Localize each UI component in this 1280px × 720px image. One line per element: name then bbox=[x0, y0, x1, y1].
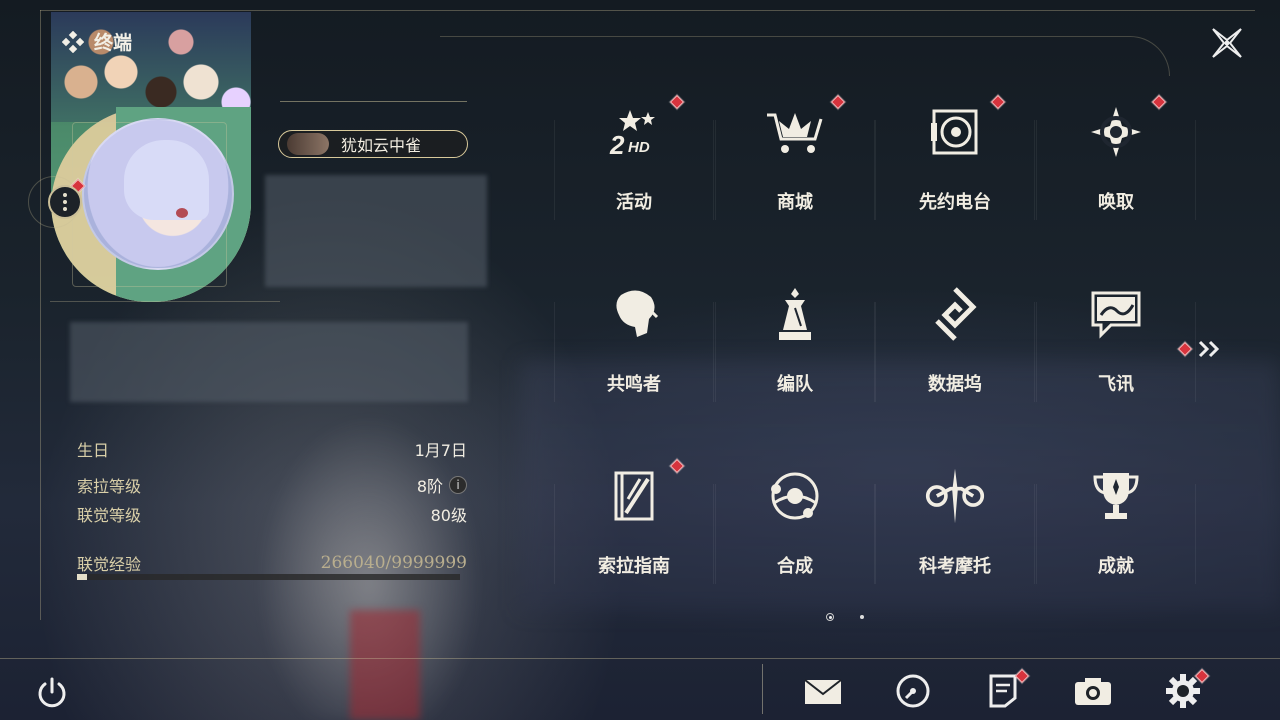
shop-cart-icon bbox=[765, 102, 825, 162]
mail-button[interactable] bbox=[803, 672, 843, 710]
notice-button[interactable] bbox=[983, 668, 1030, 710]
background-character-cloth bbox=[350, 610, 420, 720]
gear-icon bbox=[1166, 674, 1200, 708]
menu-tile-4[interactable]: 唤取 bbox=[1036, 90, 1196, 240]
radio-player-icon bbox=[925, 102, 985, 162]
exp-progress-fill bbox=[77, 574, 88, 580]
stat-union-level: 联觉等级 80级 bbox=[77, 502, 467, 526]
menu-tile-label: 活动 bbox=[616, 192, 652, 213]
resonator-portrait-icon bbox=[604, 284, 664, 344]
terminal-diamonds-icon bbox=[62, 30, 84, 53]
name-divider bbox=[280, 101, 467, 102]
stat-value: 1月7日 bbox=[414, 441, 467, 460]
menu-tile-badge bbox=[990, 94, 1006, 110]
convene-compass-icon bbox=[1086, 102, 1146, 162]
menu-tile-badge bbox=[669, 458, 685, 474]
frame-line-bottom bbox=[0, 658, 1280, 659]
stat-label: 生日 bbox=[77, 441, 110, 460]
team-chess-icon bbox=[765, 284, 825, 344]
avatar-hair bbox=[124, 140, 209, 220]
menu-tile-5[interactable]: 共鸣者 bbox=[554, 272, 714, 422]
page-title: 终端 bbox=[62, 28, 132, 55]
stat-sora-level: 索拉等级 8阶 i bbox=[77, 473, 467, 497]
stat-label: 索拉等级 bbox=[77, 477, 142, 496]
avatar-eye bbox=[176, 208, 188, 218]
redacted-signature bbox=[70, 322, 468, 402]
menu-tile-9[interactable]: 索拉指南 bbox=[554, 454, 714, 604]
page-dot[interactable] bbox=[860, 615, 864, 619]
stat-birthday: 生日 1月7日 bbox=[77, 437, 467, 461]
profile-more-button[interactable] bbox=[48, 185, 82, 219]
double-chevron-right-icon bbox=[1198, 340, 1220, 358]
nameplate-avatar bbox=[287, 133, 329, 155]
page-dot-active[interactable] bbox=[826, 613, 834, 621]
menu-tile-label: 先约电台 bbox=[919, 192, 991, 213]
notice-icon bbox=[989, 674, 1017, 708]
settings-button[interactable] bbox=[1163, 668, 1210, 710]
menu-tile-badge bbox=[669, 94, 685, 110]
power-button[interactable] bbox=[34, 675, 70, 711]
camera-icon bbox=[1075, 678, 1111, 705]
stat-label: 联觉经验 bbox=[77, 555, 142, 574]
stat-value: 80级 bbox=[430, 506, 467, 525]
menu-tile-label: 数据坞 bbox=[928, 374, 982, 395]
svg-text:HD: HD bbox=[628, 139, 650, 156]
menu-tile-6[interactable]: 编队 bbox=[715, 272, 875, 422]
menu-tile-8[interactable]: 飞讯 bbox=[1036, 272, 1196, 422]
player-name: 犹如云中雀 bbox=[341, 136, 422, 155]
svg-text:2: 2 bbox=[609, 130, 625, 158]
synthesis-orbit-icon bbox=[765, 466, 825, 526]
message-chat-icon bbox=[1086, 284, 1146, 344]
info-icon[interactable]: i bbox=[449, 476, 467, 494]
avatar[interactable] bbox=[82, 118, 234, 270]
camera-button[interactable] bbox=[1073, 672, 1113, 710]
page-indicator bbox=[826, 613, 864, 621]
events-2hd-icon: 2 HD bbox=[604, 102, 664, 162]
data-bank-icon bbox=[925, 284, 985, 344]
frame-line-top bbox=[40, 10, 1255, 11]
exp-progress-bar bbox=[77, 574, 460, 580]
menu-tile-label: 索拉指南 bbox=[598, 556, 670, 577]
menu-tile-1[interactable]: 2 HD 活动 bbox=[554, 90, 714, 240]
close-button[interactable] bbox=[1206, 22, 1248, 64]
next-page-badge bbox=[1177, 341, 1193, 357]
frame-line-left bbox=[40, 10, 41, 620]
clock-button[interactable] bbox=[893, 672, 933, 710]
frame-line-inner bbox=[440, 36, 1170, 76]
page-title-text: 终端 bbox=[94, 32, 133, 54]
stat-value-wrap: 8阶 i bbox=[417, 473, 467, 497]
menu-tile-label: 唤取 bbox=[1098, 192, 1134, 213]
stat-union-exp: 联觉经验 266040/9999999 bbox=[77, 551, 467, 575]
player-nameplate[interactable]: 犹如云中雀 bbox=[278, 130, 468, 158]
menu-tile-label: 成就 bbox=[1098, 556, 1134, 577]
guide-book-icon bbox=[604, 466, 664, 526]
close-icon bbox=[1212, 28, 1242, 58]
menu-tile-3[interactable]: 先约电台 bbox=[875, 90, 1035, 240]
mail-icon bbox=[804, 679, 842, 704]
menu-tile-label: 共鸣者 bbox=[607, 374, 661, 395]
menu-tile-7[interactable]: 数据坞 bbox=[875, 272, 1035, 422]
menu-tile-label: 飞讯 bbox=[1098, 374, 1134, 395]
redacted-info bbox=[265, 175, 487, 287]
menu-tile-label: 商城 bbox=[777, 192, 813, 213]
menu-tile-10[interactable]: 合成 bbox=[715, 454, 875, 604]
card-divider bbox=[50, 301, 280, 302]
menu-tile-label: 科考摩托 bbox=[919, 556, 991, 577]
menu-tile-label: 编队 bbox=[777, 374, 813, 395]
menu-tile-2[interactable]: 商城 bbox=[715, 90, 875, 240]
stat-label: 联觉等级 bbox=[77, 506, 142, 525]
stat-value: 266040/9999999 bbox=[320, 553, 467, 573]
menu-tile-badge bbox=[830, 94, 846, 110]
clock-icon bbox=[896, 674, 930, 708]
menu-tile-badge bbox=[1151, 94, 1167, 110]
menu-tile-11[interactable]: 科考摩托 bbox=[875, 454, 1035, 604]
motorcycle-icon bbox=[925, 466, 985, 526]
menu-tile-12[interactable]: 成就 bbox=[1036, 454, 1196, 604]
stat-value: 8阶 bbox=[416, 477, 443, 496]
next-page-button[interactable] bbox=[1177, 340, 1222, 358]
power-icon bbox=[38, 677, 66, 708]
bottom-divider bbox=[762, 664, 763, 714]
menu-tile-label: 合成 bbox=[777, 556, 813, 577]
trophy-icon bbox=[1086, 466, 1146, 526]
